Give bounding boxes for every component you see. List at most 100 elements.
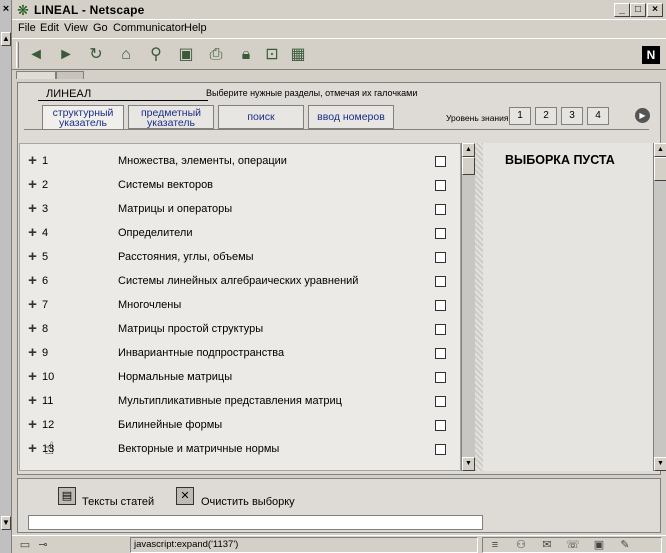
tab-label-line2: указатель xyxy=(147,117,195,129)
mail-icon[interactable]: ✉ xyxy=(538,538,556,552)
topic-label[interactable]: Инвариантные подпространства xyxy=(118,347,284,359)
scroll-down-button[interactable]: ▼ xyxy=(654,457,666,471)
topic-label[interactable]: Многочлены xyxy=(118,299,181,311)
scroll-down-button[interactable]: ▼ xyxy=(1,516,11,530)
list-item: + 13 Векторные и матричные нормы xyxy=(20,440,450,461)
expand-plus-icon[interactable]: + xyxy=(26,249,39,264)
forward-icon[interactable]: ► xyxy=(56,45,76,65)
minimize-button[interactable]: _ xyxy=(614,3,630,17)
list-item: + 10 Нормальные матрицы xyxy=(20,368,450,389)
tab-subject-index[interactable]: предметный указатель xyxy=(128,105,214,129)
expand-plus-icon[interactable]: + xyxy=(26,297,39,312)
topic-checkbox[interactable] xyxy=(435,276,446,287)
list-item: + 9 Инвариантные подпространства xyxy=(20,344,450,365)
topic-checkbox[interactable] xyxy=(435,396,446,407)
level-1-button[interactable]: 1 xyxy=(509,107,531,125)
expand-plus-icon[interactable]: + xyxy=(26,321,39,336)
selection-scrollbar[interactable]: ▲ ▼ xyxy=(653,143,666,471)
expand-plus-icon[interactable]: + xyxy=(26,225,39,240)
topic-checkbox[interactable] xyxy=(435,300,446,311)
topic-checkbox[interactable] xyxy=(435,180,446,191)
topic-label[interactable]: Матрицы простой структуры xyxy=(118,323,263,335)
topic-checkbox[interactable] xyxy=(435,252,446,263)
expand-plus-icon[interactable]: + xyxy=(26,177,39,192)
close-button[interactable]: × xyxy=(647,3,663,17)
expand-plus-icon[interactable]: + xyxy=(26,441,39,456)
maximize-button[interactable]: □ xyxy=(630,3,646,17)
topic-number: 10 xyxy=(42,371,55,383)
scroll-down-button[interactable]: ▼ xyxy=(462,457,475,471)
panel-separator xyxy=(475,143,483,471)
topic-checkbox[interactable] xyxy=(435,372,446,383)
topic-label[interactable]: Множества, элементы, операции xyxy=(118,155,287,167)
document-icon: ▭ xyxy=(19,539,31,551)
print-icon[interactable]: ⎙ xyxy=(206,45,226,65)
topic-label[interactable]: Билинейные формы xyxy=(118,419,222,431)
home-icon[interactable]: ⌂ xyxy=(116,45,136,65)
clear-selection-button[interactable]: ✕ xyxy=(176,487,194,505)
composer-icon[interactable]: ▣ xyxy=(590,538,608,552)
topic-checkbox[interactable] xyxy=(435,324,446,335)
expand-plus-icon[interactable]: + xyxy=(26,417,39,432)
topic-label[interactable]: Векторные и матричные нормы xyxy=(118,443,279,455)
search-icon[interactable]: ⚲ xyxy=(146,45,166,65)
expand-plus-icon[interactable]: + xyxy=(26,393,39,408)
stop-icon[interactable]: ▦ xyxy=(288,45,308,65)
netscape-icon[interactable]: ▣ xyxy=(176,45,196,65)
scroll-up-button[interactable]: ▲ xyxy=(1,32,11,46)
level-4-button[interactable]: 4 xyxy=(587,107,609,125)
article-texts-button[interactable]: ▤ xyxy=(58,487,76,505)
menu-communicator[interactable]: Communicator xyxy=(113,22,185,34)
bottom-input[interactable] xyxy=(28,515,483,530)
topic-list-scrollbar[interactable]: ▲ ▼ xyxy=(461,143,475,471)
topic-label[interactable]: Определители xyxy=(118,227,192,239)
topic-checkbox[interactable] xyxy=(435,228,446,239)
menu-help[interactable]: Help xyxy=(184,22,207,34)
chat-icon[interactable]: ☏ xyxy=(564,538,582,552)
expand-plus-icon[interactable]: + xyxy=(26,153,39,168)
topic-label[interactable]: Расстояния, углы, объемы xyxy=(118,251,254,263)
people-icon[interactable]: ⚇ xyxy=(512,538,530,552)
menu-go[interactable]: Go xyxy=(93,22,108,34)
topic-checkbox[interactable] xyxy=(435,444,446,455)
expand-plus-icon[interactable]: + xyxy=(26,201,39,216)
play-icon[interactable]: ▶ xyxy=(635,108,650,123)
level-3-button[interactable]: 3 xyxy=(561,107,583,125)
expand-plus-icon[interactable]: + xyxy=(26,273,39,288)
menu-file[interactable]: File xyxy=(18,22,36,34)
grid-icon[interactable]: ≡ xyxy=(486,538,504,552)
tab-label: ввод номеров xyxy=(317,111,385,123)
topic-checkbox[interactable] xyxy=(435,204,446,215)
toolbar-tab[interactable] xyxy=(16,71,56,79)
tab-number-input[interactable]: ввод номеров xyxy=(308,105,394,129)
menu-edit[interactable]: Edit xyxy=(40,22,59,34)
tab-search[interactable]: поиск xyxy=(218,105,304,129)
scroll-up-button[interactable]: ▲ xyxy=(462,143,475,157)
topic-label[interactable]: Нормальные матрицы xyxy=(118,371,232,383)
clear-selection-label[interactable]: Очистить выборку xyxy=(201,496,295,508)
topic-checkbox[interactable] xyxy=(435,348,446,359)
level-2-button[interactable]: 2 xyxy=(535,107,557,125)
topic-label[interactable]: Матрицы и операторы xyxy=(118,203,232,215)
security-icon[interactable]: 🔒︎ xyxy=(236,45,256,65)
topic-label[interactable]: Системы векторов xyxy=(118,179,213,191)
scroll-thumb[interactable] xyxy=(462,157,475,175)
toolbar-tab[interactable] xyxy=(56,71,84,79)
toolbar-grip[interactable] xyxy=(16,42,19,68)
expand-plus-icon[interactable]: + xyxy=(26,369,39,384)
topic-label[interactable]: Системы линейных алгебраических уравнени… xyxy=(118,275,358,287)
menu-view[interactable]: View xyxy=(64,22,88,34)
expand-plus-icon[interactable]: + xyxy=(26,345,39,360)
topic-checkbox[interactable] xyxy=(435,420,446,431)
article-texts-label[interactable]: Тексты статей xyxy=(82,496,154,508)
back-icon[interactable]: ◄ xyxy=(26,45,46,65)
brand-title: ЛИНЕАЛ xyxy=(46,88,92,100)
tab-structural-index[interactable]: структурный указатель xyxy=(42,105,124,129)
pen-icon[interactable]: ✎ xyxy=(616,538,634,552)
topic-checkbox[interactable] xyxy=(435,156,446,167)
scroll-thumb[interactable] xyxy=(654,157,666,181)
reload-icon[interactable]: ↻ xyxy=(86,45,106,65)
scroll-up-button[interactable]: ▲ xyxy=(654,143,666,157)
topic-label[interactable]: Мультипликативные представления матриц xyxy=(118,395,342,407)
shop-icon[interactable]: ⊡ xyxy=(262,45,282,65)
